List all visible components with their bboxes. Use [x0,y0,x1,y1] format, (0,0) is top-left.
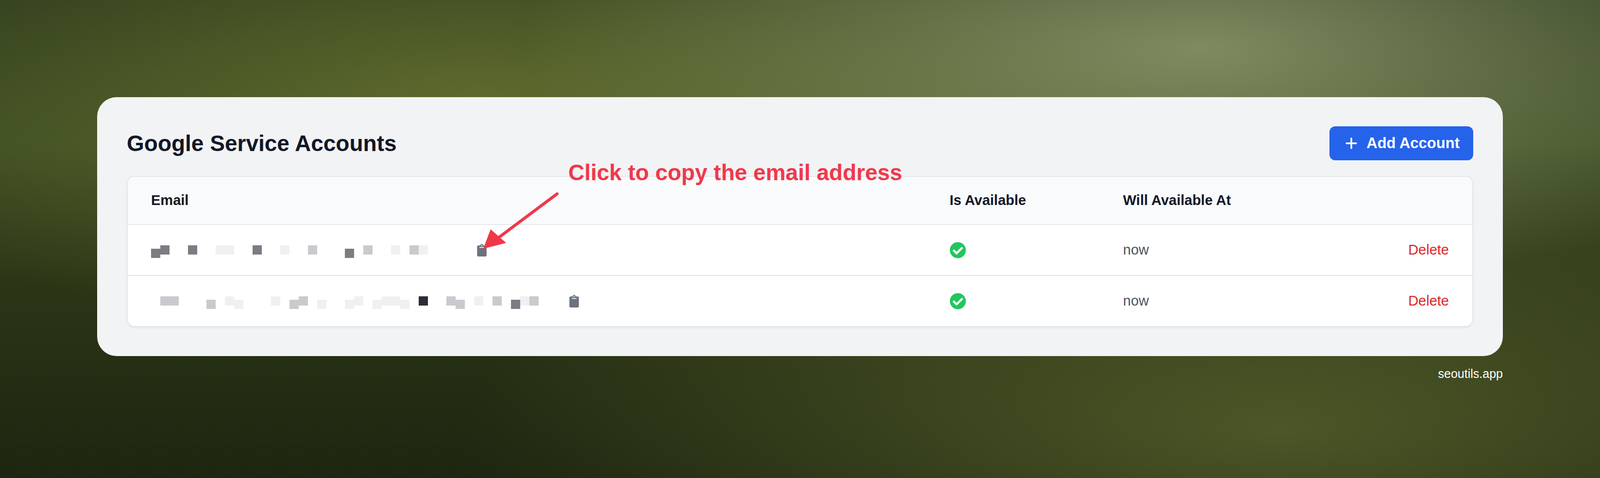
column-header: Is Available [949,192,1124,209]
watermark: seoutils.app [97,366,1503,381]
page-title: Google Service Accounts [126,130,397,157]
plus-icon [1343,135,1360,152]
check-circle-icon [949,241,967,259]
accounts-card: Google Service AccountsAdd AccountEmailI… [97,97,1503,357]
available-at-cell: now [1123,241,1409,258]
table-row: nowDelete [127,223,1473,275]
email-cell [151,291,950,311]
table-row: nowDelete [127,274,1473,326]
available-cell [949,292,1124,310]
available-cell [949,241,1124,259]
action-cell: Delete [1408,241,1449,258]
redacted-email [151,291,558,311]
delete-button[interactable]: Delete [1408,292,1449,309]
card-header: Google Service Accounts Add Account [126,126,1474,161]
accounts-table: EmailIs AvailableWill Available AtnowDel… [126,175,1474,327]
check-circle-icon [949,292,967,310]
background-photo: Google Service AccountsAdd AccountEmailI… [0,0,1600,478]
email-cell [151,240,950,260]
delete-button[interactable]: Delete [1408,241,1449,258]
action-cell: Delete [1408,292,1449,309]
column-header: Will Available At [1123,192,1449,209]
available-at-cell: now [1123,292,1409,309]
arrow-icon [476,189,564,258]
add-account-button[interactable]: Add Account [1329,126,1474,161]
annotation-text: Click to copy the email address [568,159,903,186]
clipboard-icon [567,294,581,308]
copy-button[interactable] [565,292,583,310]
redacted-email [151,240,465,260]
